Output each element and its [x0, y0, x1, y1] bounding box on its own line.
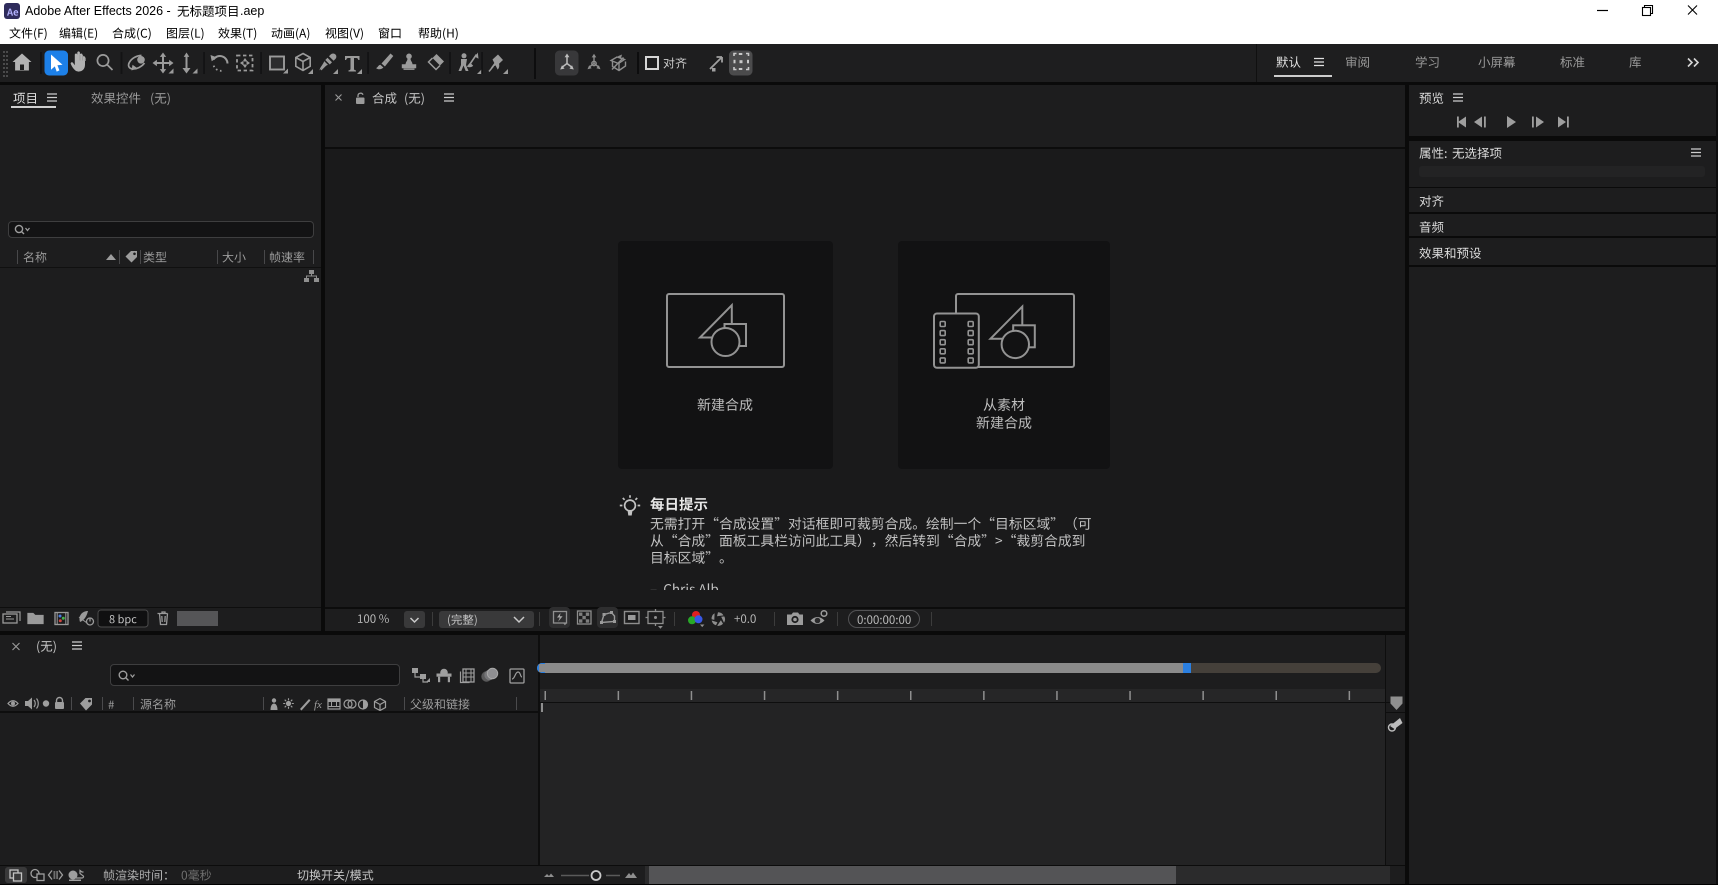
svg-text:fx: fx	[314, 699, 322, 711]
